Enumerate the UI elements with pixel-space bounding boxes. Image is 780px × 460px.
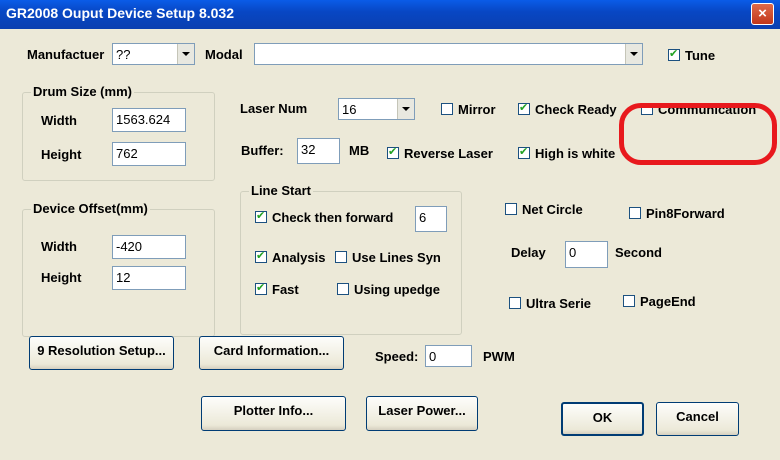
cancel-button[interactable]: Cancel <box>656 402 739 436</box>
card-information-label: Card Information... <box>213 343 330 358</box>
ok-button[interactable]: OK <box>561 402 644 436</box>
checkbox-box[interactable] <box>668 47 680 61</box>
ok-label: OK <box>592 410 613 425</box>
checkbox-box[interactable] <box>337 283 349 295</box>
checkbox-box[interactable] <box>509 297 521 309</box>
checkbox-box[interactable] <box>255 281 267 295</box>
checkbox-box[interactable] <box>518 101 530 115</box>
pin8forward-label: Pin8Forward <box>646 206 725 221</box>
buffer-input[interactable]: 32 <box>297 138 340 164</box>
resolution-setup-button[interactable]: 9 Resolution Setup... <box>29 336 174 370</box>
modal-select[interactable] <box>254 43 643 65</box>
drum-height-input[interactable]: 762 <box>112 142 186 166</box>
buffer-unit: MB <box>349 143 370 158</box>
plotter-info-button[interactable]: Plotter Info... <box>201 396 346 431</box>
tune-label: Tune <box>685 48 716 63</box>
chevron-down-icon[interactable] <box>397 99 414 119</box>
checkbox-box[interactable] <box>623 295 635 307</box>
drum-width-input[interactable]: 1563.624 <box>112 108 186 132</box>
use-lines-syn-label: Use Lines Syn <box>352 250 441 265</box>
fast-label: Fast <box>272 282 299 297</box>
window-title: GR2008 Ouput Device Setup 8.032 <box>6 5 234 21</box>
analysis-label: Analysis <box>272 250 326 265</box>
mirror-label: Mirror <box>458 102 496 117</box>
check-forward-label: Check then forward <box>272 210 394 225</box>
title-bar: GR2008 Ouput Device Setup 8.032 × <box>0 0 780 29</box>
close-button[interactable]: × <box>751 3 774 25</box>
checkbox-box[interactable] <box>335 251 347 263</box>
check-ready-label: Check Ready <box>535 102 617 117</box>
delay-unit: Second <box>615 245 662 260</box>
reverse-laser-label: Reverse Laser <box>404 146 493 161</box>
checkbox-box[interactable] <box>629 207 641 219</box>
chevron-down-icon[interactable] <box>625 44 642 64</box>
laser-num-select[interactable]: 16 <box>338 98 415 120</box>
manufacturer-value: ?? <box>116 47 131 62</box>
using-upedge-label: Using upedge <box>354 282 440 297</box>
offset-height-input[interactable]: 12 <box>112 266 186 290</box>
device-offset-legend: Device Offset(mm) <box>31 201 150 216</box>
speed-unit: PWM <box>483 349 515 364</box>
delay-label: Delay <box>511 245 546 260</box>
checkbox-box[interactable] <box>255 209 267 223</box>
drum-width-label: Width <box>41 113 77 128</box>
manufacturer-label: Manufactuer <box>27 47 105 62</box>
speed-input[interactable]: 0 <box>425 345 472 367</box>
laser-power-label: Laser Power... <box>378 403 466 418</box>
checkbox-box[interactable] <box>505 203 517 215</box>
manufacturer-select[interactable]: ?? <box>112 43 195 65</box>
ultra-serie-label: Ultra Serie <box>526 296 592 311</box>
checkbox-box[interactable] <box>441 103 453 115</box>
drum-size-legend: Drum Size (mm) <box>31 84 134 99</box>
check-forward-input[interactable]: 6 <box>415 206 447 232</box>
chevron-down-icon[interactable] <box>177 44 194 64</box>
line-start-legend: Line Start <box>249 183 313 198</box>
plotter-info-label: Plotter Info... <box>233 403 314 418</box>
laser-power-button[interactable]: Laser Power... <box>366 396 478 431</box>
card-information-button[interactable]: Card Information... <box>199 336 344 370</box>
drum-height-label: Height <box>41 147 82 162</box>
dialog-client: Manufactuer ?? Modal Tune Drum Size (mm)… <box>0 29 780 460</box>
laser-num-value: 16 <box>342 102 357 117</box>
high-white-label: High is white <box>535 146 616 161</box>
checkbox-box[interactable] <box>255 249 267 263</box>
page-end-label: PageEnd <box>640 294 696 309</box>
drum-size-group: Drum Size (mm) <box>22 84 215 181</box>
checkbox-box[interactable] <box>387 145 399 159</box>
offset-width-label: Width <box>41 239 77 254</box>
speed-label: Speed: <box>375 349 419 364</box>
laser-num-label: Laser Num <box>240 101 308 116</box>
annotation-circle <box>619 103 777 165</box>
offset-width-input[interactable]: -420 <box>112 235 186 259</box>
cancel-label: Cancel <box>676 409 719 424</box>
net-circle-label: Net Circle <box>522 202 583 217</box>
offset-height-label: Height <box>41 270 82 285</box>
buffer-label: Buffer: <box>241 143 284 158</box>
modal-label: Modal <box>205 47 243 62</box>
delay-input[interactable]: 0 <box>565 241 608 268</box>
resolution-setup-label: 9 Resolution Setup... <box>37 343 166 358</box>
checkbox-box[interactable] <box>518 145 530 159</box>
